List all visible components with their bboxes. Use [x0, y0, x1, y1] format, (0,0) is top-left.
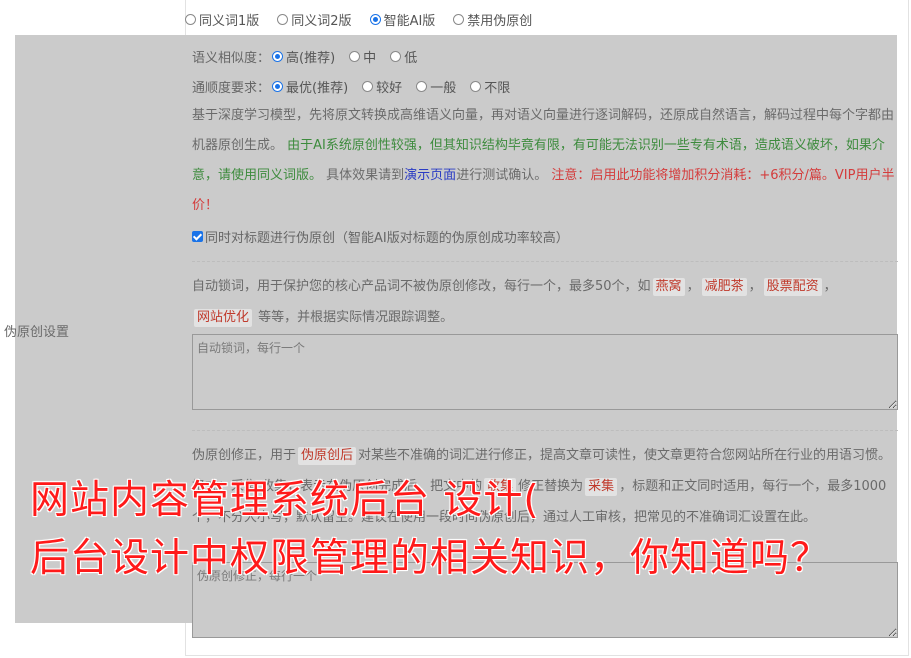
- section-label: 伪原创设置: [4, 325, 70, 340]
- option-label: 不限: [484, 80, 511, 96]
- radio-icon[interactable]: [390, 50, 402, 62]
- similarity-label: 语义相似度：: [192, 50, 271, 66]
- ai-description: 基于深度学习模型，先将原文转换成高维语义向量，再对语义向量进行逐词解码，还原成自…: [192, 101, 898, 221]
- lock-words-description: 自动锁词，用于保护您的核心产品词不被伪原创修改，每行一个，最多50个，如 燕窝，减…: [192, 278, 837, 327]
- title-checkbox-row[interactable]: 同时对标题进行伪原创（智能AI版对标题的伪原创成功率较高）: [192, 225, 569, 247]
- version-option-ai[interactable]: 智能AI版: [369, 10, 436, 29]
- radio-checked-icon[interactable]: [272, 50, 284, 62]
- similarity-mid[interactable]: 中: [349, 47, 376, 66]
- option-label: 中: [363, 50, 377, 66]
- example-tag: 减肥茶: [701, 278, 747, 296]
- radio-icon[interactable]: [453, 13, 465, 25]
- lock-words-input[interactable]: [192, 334, 898, 410]
- overlay-title-line1: 网站内容管理系统后台 设计(: [30, 478, 540, 523]
- divider: [192, 430, 898, 431]
- similarity-high[interactable]: 高(推荐): [272, 47, 335, 66]
- radio-icon[interactable]: [362, 80, 374, 92]
- divider: [192, 261, 898, 262]
- correction-tag: 伪原创后: [298, 447, 357, 465]
- fluency-normal[interactable]: 一般: [416, 77, 456, 96]
- option-label: 高(推荐): [286, 50, 336, 66]
- similarity-low[interactable]: 低: [390, 47, 417, 66]
- radio-icon[interactable]: [470, 80, 482, 92]
- fluency-label: 通顺度要求：: [192, 80, 271, 96]
- fluency-best[interactable]: 最优(推荐): [272, 77, 348, 96]
- ai-desc-text: 具体效果请到: [326, 168, 405, 183]
- radio-icon[interactable]: [277, 13, 289, 25]
- ai-desc-text: 进行测试确认。: [456, 168, 548, 183]
- version-option-label: 禁用伪原创: [467, 13, 533, 29]
- correction-tag: 采集: [585, 478, 618, 496]
- option-label: 最优(推荐): [286, 80, 349, 96]
- fluency-any[interactable]: 不限: [470, 77, 510, 96]
- option-label: 一般: [430, 80, 457, 96]
- correction-text: 伪原创修正，用于: [192, 448, 297, 463]
- fluency-row: 通顺度要求： 最优(推荐) 较好 一般 不限: [192, 75, 510, 97]
- version-option-label: 智能AI版: [383, 13, 436, 29]
- demo-page-link[interactable]: 演示页面: [404, 168, 456, 183]
- version-option-disable[interactable]: 禁用伪原创: [453, 10, 532, 29]
- radio-icon[interactable]: [416, 80, 428, 92]
- title-checkbox-label: 同时对标题进行伪原创（智能AI版对标题的伪原创成功率较高）: [205, 230, 569, 246]
- radio-checked-icon[interactable]: [272, 80, 284, 92]
- similarity-row: 语义相似度： 高(推荐) 中 低: [192, 45, 417, 67]
- option-label: 低: [404, 50, 418, 66]
- version-option-label: 同义词1版: [199, 13, 260, 29]
- example-tag: 网站优化: [194, 309, 253, 327]
- version-option-2[interactable]: 同义词2版: [277, 10, 352, 29]
- option-label: 较好: [376, 80, 403, 96]
- checkbox-checked-icon[interactable]: [192, 230, 203, 242]
- version-selector: 同义词1版 同义词2版 智能AI版 禁用伪原创: [185, 8, 532, 30]
- radio-icon[interactable]: [349, 50, 361, 62]
- fluency-good[interactable]: 较好: [362, 77, 402, 96]
- lock-words-text: 自动锁词，用于保护您的核心产品词不被伪原创修改，每行一个，最多50个，如: [192, 279, 651, 294]
- version-option-1[interactable]: 同义词1版: [185, 10, 259, 29]
- radio-icon[interactable]: [185, 13, 196, 25]
- example-tag: 股票配资: [763, 278, 822, 296]
- version-option-label: 同义词2版: [291, 13, 352, 29]
- overlay-title-line2: 后台设计中权限管理的相关知识，你知道吗？: [30, 536, 831, 581]
- radio-checked-icon[interactable]: [369, 13, 381, 25]
- lock-words-text: 等等，并根据实际情况跟踪调整。: [258, 310, 454, 325]
- example-tag: 燕窝: [652, 278, 685, 296]
